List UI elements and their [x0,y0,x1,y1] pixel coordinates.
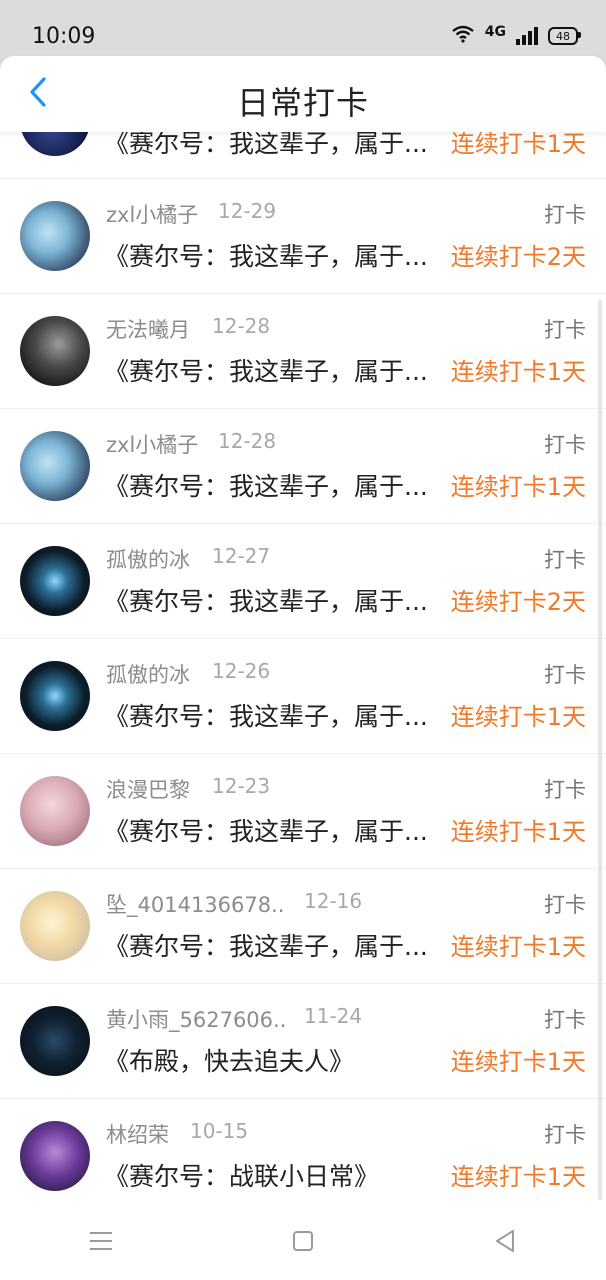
avatar[interactable] [20,316,90,386]
menu-button[interactable] [71,1213,131,1273]
date-label: 12-26 [212,659,271,683]
checkin-tag: 打卡 [544,1008,586,1032]
square-home-icon [291,1229,315,1257]
username[interactable]: 无法曦月 [106,314,190,344]
streak-label: 连续打卡1天 [450,358,586,386]
home-button[interactable] [273,1213,333,1273]
menu-icon [88,1230,114,1256]
streak-label: 连续打卡2天 [450,243,586,271]
date-label: 10-15 [190,1119,249,1143]
checkin-tag: 打卡 [544,1123,586,1147]
streak-label: 连续打卡1天 [450,1163,586,1191]
checkin-tag: 打卡 [544,203,586,227]
list-item[interactable]: 无法曦月 12-28 打卡 《赛尔号：我这辈子，属于... 连续打卡1天 [0,294,606,409]
list-item[interactable]: zxl小橘子 12-29 打卡 《赛尔号：我这辈子，属于... 连续打卡2天 [0,179,606,294]
system-nav-bar [0,1206,606,1280]
book-title[interactable]: 《布殿，快去追夫人》 [104,1042,354,1078]
list-item[interactable]: 坠_4014136678... 12-16 打卡 《赛尔号：我这辈子，属于...… [0,869,606,984]
book-title[interactable]: 《赛尔号：我这辈子，属于... [104,237,428,273]
streak-label: 连续打卡2天 [450,588,586,616]
date-label: 11-24 [304,1004,363,1028]
wifi-icon [451,24,475,48]
date-label: 12-29 [218,199,277,223]
list-item[interactable]: 孤傲的冰 12-26 打卡 《赛尔号：我这辈子，属于... 连续打卡1天 [0,639,606,754]
username[interactable]: 孤傲的冰 [106,544,190,574]
back-nav-button[interactable] [475,1213,535,1273]
date-label: 12-28 [218,429,277,453]
signal-icon [516,27,538,45]
date-label: 12-16 [304,889,363,913]
book-title[interactable]: 《赛尔号：我这辈子，属于... [104,467,428,503]
book-title[interactable]: 《赛尔号：我这辈子，属于... [104,812,428,848]
checkin-tag: 打卡 [544,548,586,572]
avatar[interactable] [20,546,90,616]
username[interactable]: 坠_4014136678... [106,889,286,919]
book-title[interactable]: 《赛尔号：我这辈子，属于... [104,582,428,618]
checkin-tag: 打卡 [544,663,586,687]
checkin-tag: 打卡 [544,893,586,917]
avatar[interactable] [20,891,90,961]
avatar[interactable] [20,1006,90,1076]
username[interactable]: 孤傲的冰 [106,659,190,689]
date-label: 12-23 [212,774,271,798]
status-time: 10:09 [32,24,96,49]
streak-label: 连续打卡1天 [450,703,586,731]
username[interactable]: 黄小雨_5627606... [106,1004,286,1034]
date-label: 12-28 [212,314,271,338]
streak-label: 连续打卡1天 [450,473,586,501]
checkin-tag: 打卡 [544,778,586,802]
book-title[interactable]: 《赛尔号：我这辈子，属于... [104,927,428,963]
list-item[interactable]: 浪漫巴黎 12-23 打卡 《赛尔号：我这辈子，属于... 连续打卡1天 [0,754,606,869]
list-item[interactable]: 孤傲的冰 12-27 打卡 《赛尔号：我这辈子，属于... 连续打卡2天 [0,524,606,639]
username[interactable]: 浪漫巴黎 [106,774,190,804]
username[interactable]: zxl小橘子 [106,429,198,459]
avatar[interactable] [20,201,90,271]
checkin-list: 《赛尔号：我这辈子，属于... 连续打卡1天 zxl小橘子 12-29 打卡 《… [0,110,606,1206]
page-title: 日常打卡 [236,84,369,122]
network-type-label: 4G [484,24,506,40]
book-title[interactable]: 《赛尔号：我这辈子，属于... [104,697,428,733]
checkin-tag: 打卡 [544,433,586,457]
streak-label: 连续打卡1天 [450,933,586,961]
username[interactable]: zxl小橘子 [106,199,198,229]
page-header: 日常打卡 [0,56,606,132]
triangle-back-icon [493,1228,517,1258]
scrollbar[interactable] [598,300,602,1200]
list-item[interactable]: zxl小橘子 12-28 打卡 《赛尔号：我这辈子，属于... 连续打卡1天 [0,409,606,524]
book-title[interactable]: 《赛尔号：我这辈子，属于... [104,352,428,388]
battery-level: 48 [556,29,570,43]
streak-label: 连续打卡1天 [450,1048,586,1076]
streak-label: 连续打卡1天 [450,818,586,846]
book-title[interactable]: 《赛尔号：战联小日常》 [104,1157,379,1193]
status-icons: 4G 48 [451,24,581,48]
list-item[interactable]: 黄小雨_5627606... 11-24 打卡 《布殿，快去追夫人》 连续打卡1… [0,984,606,1099]
username[interactable]: 林绍荣 [106,1119,169,1149]
list-item[interactable]: 林绍荣 10-15 打卡 《赛尔号：战联小日常》 连续打卡1天 [0,1099,606,1206]
date-label: 12-27 [212,544,271,568]
avatar[interactable] [20,661,90,731]
battery-icon: 48 [548,27,581,45]
avatar[interactable] [20,776,90,846]
checkin-tag: 打卡 [544,318,586,342]
avatar[interactable] [20,431,90,501]
avatar[interactable] [20,1121,90,1191]
